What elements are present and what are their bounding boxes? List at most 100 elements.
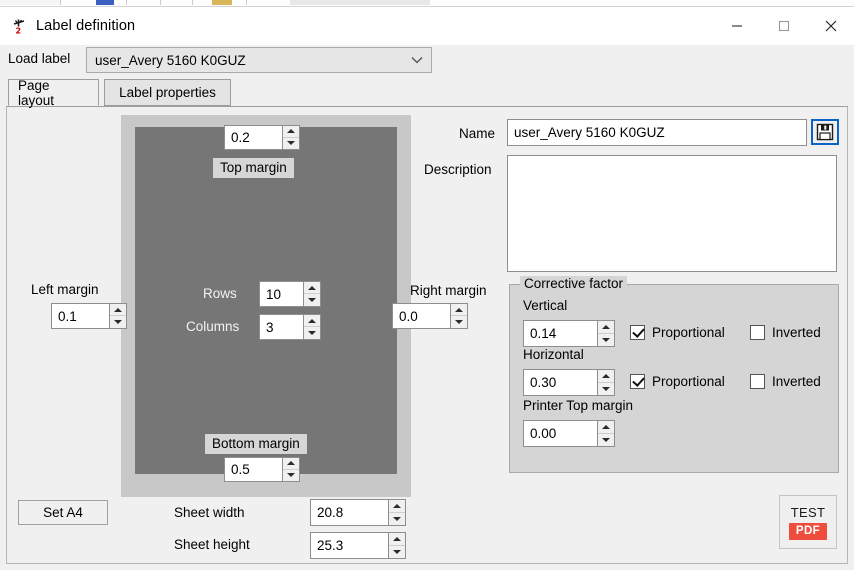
set-a4-label: Set A4 bbox=[43, 505, 83, 520]
left-margin-increment-button[interactable] bbox=[110, 304, 126, 316]
close-button[interactable] bbox=[807, 7, 854, 45]
left-margin-decrement-button[interactable] bbox=[110, 316, 126, 328]
horizontal-value[interactable]: 0.30 bbox=[524, 370, 597, 395]
columns-stepper[interactable]: 3 bbox=[259, 314, 321, 340]
tab-page-layout[interactable]: Page layout bbox=[8, 78, 99, 108]
name-input[interactable]: user_Avery 5160 K0GUZ bbox=[507, 119, 807, 146]
sheet-height-decrement-button[interactable] bbox=[389, 546, 405, 559]
rows-stepper[interactable]: 10 bbox=[259, 281, 321, 307]
columns-spin-buttons[interactable] bbox=[303, 315, 320, 339]
bottom-margin-stepper[interactable]: 0.5 bbox=[224, 457, 300, 482]
rows-increment-button[interactable] bbox=[304, 282, 320, 294]
vertical-inverted-checkbox[interactable]: Inverted bbox=[750, 325, 821, 340]
horizontal-decrement-button[interactable] bbox=[598, 383, 614, 396]
top-margin-decrement-button[interactable] bbox=[283, 138, 299, 150]
horizontal-increment-button[interactable] bbox=[598, 370, 614, 383]
bottom-margin-increment-button[interactable] bbox=[283, 458, 299, 470]
maximize-button[interactable] bbox=[760, 7, 807, 45]
vertical-value[interactable]: 0.14 bbox=[524, 321, 597, 346]
arrow-up-icon bbox=[308, 318, 316, 323]
printer-top-margin-stepper[interactable]: 0.00 bbox=[523, 420, 615, 447]
chevron-down-icon bbox=[403, 48, 431, 72]
sheet-width-increment-button[interactable] bbox=[389, 500, 405, 513]
set-a4-button[interactable]: Set A4 bbox=[18, 500, 108, 525]
columns-increment-button[interactable] bbox=[304, 315, 320, 327]
top-margin-increment-button[interactable] bbox=[283, 126, 299, 138]
window-title: Label definition bbox=[36, 18, 136, 34]
printer-top-margin-increment-button[interactable] bbox=[598, 421, 614, 434]
bottom-margin-decrement-button[interactable] bbox=[283, 470, 299, 482]
sheet-width-decrement-button[interactable] bbox=[389, 513, 405, 526]
columns-decrement-button[interactable] bbox=[304, 327, 320, 339]
horizontal-stepper[interactable]: 0.30 bbox=[523, 369, 615, 396]
top-margin-spin-buttons[interactable] bbox=[282, 126, 299, 149]
vertical-proportional-checkbox[interactable]: Proportional bbox=[630, 325, 725, 340]
close-icon bbox=[825, 20, 836, 32]
test-pdf-button[interactable]: TEST PDF bbox=[779, 495, 837, 549]
right-margin-label: Right margin bbox=[410, 283, 487, 298]
horizontal-proportional-checkbox[interactable]: Proportional bbox=[630, 374, 725, 389]
arrow-down-icon bbox=[308, 331, 316, 335]
arrow-down-icon bbox=[455, 320, 463, 324]
rows-decrement-button[interactable] bbox=[304, 294, 320, 306]
printer-top-margin-spin-buttons[interactable] bbox=[597, 421, 614, 446]
tab-strip: Page layout Label properties bbox=[0, 78, 854, 108]
printer-top-margin-decrement-button[interactable] bbox=[598, 434, 614, 447]
arrow-up-icon bbox=[114, 307, 122, 312]
horizontal-inverted-label: Inverted bbox=[772, 374, 821, 389]
horizontal-proportional-label: Proportional bbox=[652, 374, 725, 389]
top-margin-stepper[interactable]: 0.2 bbox=[224, 125, 300, 150]
name-label: Name bbox=[459, 126, 496, 141]
right-margin-value[interactable]: 0.0 bbox=[393, 304, 450, 328]
vertical-spin-buttons[interactable] bbox=[597, 321, 614, 346]
arrow-down-icon bbox=[287, 473, 295, 478]
arrow-down-icon bbox=[393, 516, 401, 521]
test-pdf-top-label: TEST bbox=[790, 504, 826, 520]
arrow-up-icon bbox=[393, 536, 401, 541]
sheet-width-spin-buttons[interactable] bbox=[388, 500, 405, 525]
horizontal-spin-buttons[interactable] bbox=[597, 370, 614, 395]
load-label-row: Load label user_Avery 5160 K0GUZ bbox=[0, 45, 854, 75]
vertical-decrement-button[interactable] bbox=[598, 334, 614, 347]
vertical-stepper[interactable]: 0.14 bbox=[523, 320, 615, 347]
columns-value[interactable]: 3 bbox=[260, 315, 303, 339]
minimize-button[interactable] bbox=[713, 7, 760, 45]
load-label-combobox[interactable]: user_Avery 5160 K0GUZ bbox=[86, 47, 432, 73]
rows-spin-buttons[interactable] bbox=[303, 282, 320, 306]
right-margin-decrement-button[interactable] bbox=[451, 316, 467, 328]
right-margin-spin-buttons[interactable] bbox=[450, 304, 467, 328]
arrow-down-icon bbox=[308, 298, 316, 302]
vertical-increment-button[interactable] bbox=[598, 321, 614, 334]
rows-value[interactable]: 10 bbox=[260, 282, 303, 306]
right-margin-increment-button[interactable] bbox=[451, 304, 467, 316]
bottom-margin-spin-buttons[interactable] bbox=[282, 458, 299, 481]
page-layout-panel: 0.2 Top margin Left margin 0.1 Rows 10 C… bbox=[6, 106, 848, 564]
sheet-height-value[interactable]: 25.3 bbox=[311, 533, 388, 558]
save-button[interactable] bbox=[811, 119, 839, 145]
top-margin-value[interactable]: 0.2 bbox=[225, 126, 282, 149]
arrow-up-icon bbox=[393, 503, 401, 508]
bottom-margin-value[interactable]: 0.5 bbox=[225, 458, 282, 481]
left-margin-stepper[interactable]: 0.1 bbox=[51, 303, 127, 329]
floppy-disk-icon bbox=[816, 123, 834, 141]
sheet-height-stepper[interactable]: 25.3 bbox=[310, 532, 406, 559]
sheet-width-value[interactable]: 20.8 bbox=[311, 500, 388, 525]
left-margin-value[interactable]: 0.1 bbox=[52, 304, 109, 328]
vertical-inverted-label: Inverted bbox=[772, 325, 821, 340]
arrow-down-icon bbox=[287, 141, 295, 146]
sheet-height-increment-button[interactable] bbox=[389, 533, 405, 546]
printer-top-margin-value[interactable]: 0.00 bbox=[524, 421, 597, 446]
right-margin-stepper[interactable]: 0.0 bbox=[392, 303, 468, 329]
description-input[interactable] bbox=[507, 155, 837, 272]
tab-label-properties-label: Label properties bbox=[119, 85, 216, 100]
arrow-up-icon bbox=[308, 285, 316, 290]
corrective-factor-title: Corrective factor bbox=[520, 276, 628, 291]
printer-top-margin-label: Printer Top margin bbox=[523, 398, 634, 413]
left-margin-spin-buttons[interactable] bbox=[109, 304, 126, 328]
arrow-up-icon bbox=[602, 424, 610, 429]
sheet-height-spin-buttons[interactable] bbox=[388, 533, 405, 558]
horizontal-inverted-checkbox[interactable]: Inverted bbox=[750, 374, 821, 389]
arrow-up-icon bbox=[602, 324, 610, 329]
sheet-width-stepper[interactable]: 20.8 bbox=[310, 499, 406, 526]
tab-label-properties[interactable]: Label properties bbox=[104, 79, 231, 106]
